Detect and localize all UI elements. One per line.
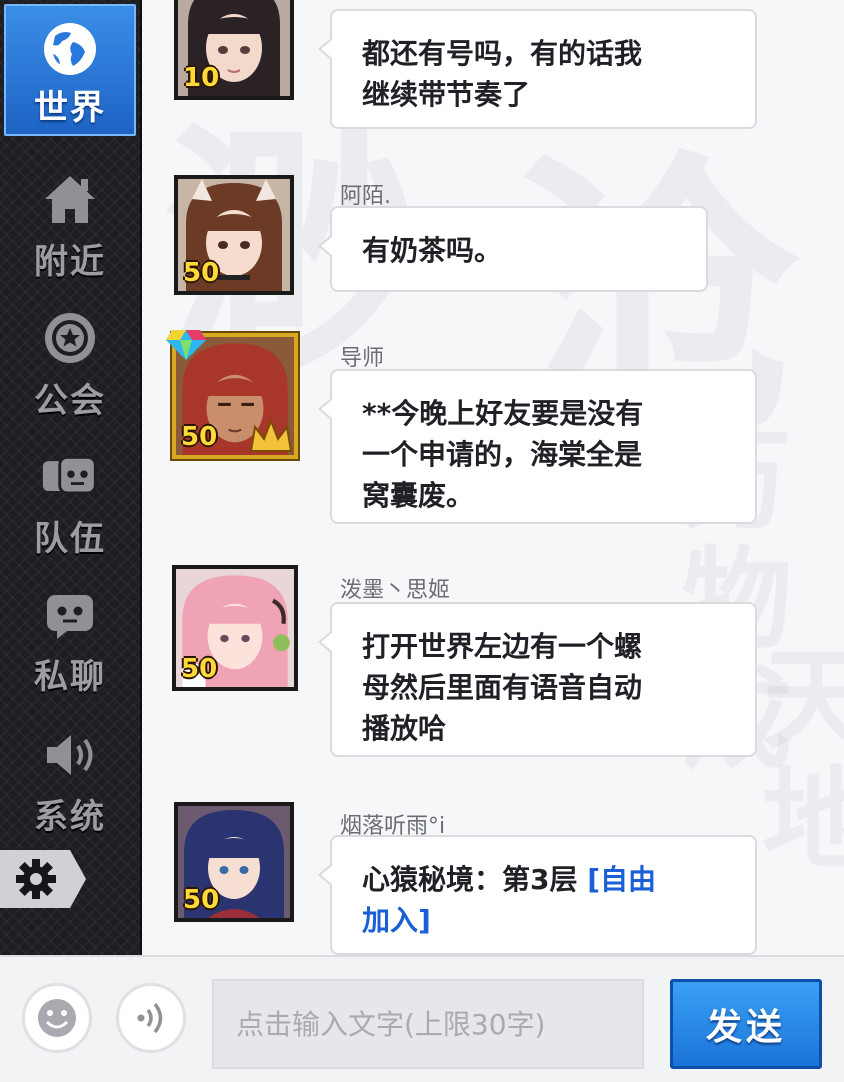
guild-emblem-icon [41, 309, 99, 367]
tab-guild[interactable]: 公会 [0, 283, 140, 421]
message-bubble: 打开世界左边有一个螺 母然后里面有语音自动 播放哈 [318, 602, 757, 757]
voice-icon [137, 1002, 163, 1034]
gear-icon [16, 859, 56, 899]
home-icon [41, 171, 99, 228]
emoji-button[interactable] [22, 983, 92, 1053]
tab-team[interactable]: 队伍 [0, 422, 140, 560]
level-badge: 50 [183, 258, 220, 288]
team-icon [41, 448, 99, 505]
send-button[interactable]: 发送 [670, 979, 822, 1069]
globe-icon [41, 20, 99, 78]
tab-guild-label: 公会 [34, 381, 106, 421]
message-text: 心猿秘境：第3层 [自由 [362, 859, 725, 900]
message-text-prefix: 心猿秘境：第3层 [362, 863, 588, 896]
join-link[interactable]: 加入] [362, 904, 431, 937]
settings-button[interactable] [0, 850, 86, 908]
tab-world[interactable]: 世界 [4, 4, 136, 136]
level-badge: 50 [183, 885, 220, 915]
tab-nearby[interactable]: 附近 [0, 145, 140, 283]
username[interactable]: 泼墨丶思姬 [340, 572, 450, 604]
message-bubble: 都还有号吗，有的话我 继续带节奏了 [318, 9, 757, 129]
message-text: 继续带节奏了 [362, 78, 531, 111]
level-badge: 10 [183, 63, 220, 93]
avatar[interactable]: 50 [174, 802, 294, 922]
join-link[interactable]: [自由 [587, 863, 656, 896]
message-text: 一个申请的，海棠全是 [362, 438, 643, 471]
level-badge: 50 [181, 422, 218, 452]
crown-icon [249, 418, 293, 452]
channel-sidebar: 世界 附近 公会 队伍 私聊 系统 [0, 0, 142, 955]
message-text: 有奶茶吗。 [362, 234, 503, 267]
message-text: 播放哈 [362, 712, 447, 745]
tab-nearby-label: 附近 [34, 242, 106, 282]
username[interactable]: 导师 [340, 340, 384, 372]
diamond-rank-icon [166, 330, 206, 360]
avatar[interactable]: 10 [174, 0, 294, 100]
tab-private-chat[interactable]: 私聊 [0, 560, 140, 698]
tab-private-chat-label: 私聊 [34, 657, 106, 697]
smiley-icon [38, 999, 76, 1037]
message-bubble: **今晚上好友要是没有 一个申请的，海棠全是 窝囊废。 [318, 369, 757, 524]
message-bubble: 有奶茶吗。 [318, 206, 708, 292]
voice-button[interactable] [116, 983, 186, 1053]
message-bubble: 心猿秘境：第3层 [自由 加入] [318, 835, 757, 955]
tab-system[interactable]: 系统 [0, 700, 140, 838]
avatar[interactable]: 50 [172, 565, 298, 691]
message-text: 加入] [362, 900, 725, 941]
message-text: **今晚上好友要是没有 [362, 397, 644, 430]
chat-message-list[interactable]: 渺 沧 万物成 天地 10 都还有号吗，有的话我 继续带节奏了 [142, 0, 844, 955]
private-chat-icon [41, 586, 99, 643]
speaker-icon [41, 726, 99, 783]
tab-system-label: 系统 [34, 797, 106, 837]
message-text: 打开世界左边有一个螺 [362, 630, 643, 663]
level-badge: 50 [181, 654, 218, 684]
message-text: 母然后里面有语音自动 [362, 671, 643, 704]
chat-input-bar: 发送 [0, 955, 844, 1082]
tab-world-label: 世界 [34, 88, 106, 128]
avatar[interactable]: 50 [174, 175, 294, 295]
background-watermark: 天地 [762, 635, 844, 884]
message-text: 都还有号吗，有的话我 [362, 37, 643, 70]
tab-team-label: 队伍 [34, 519, 106, 559]
chat-text-input[interactable] [212, 979, 644, 1069]
message-text: 窝囊废。 [362, 479, 475, 512]
